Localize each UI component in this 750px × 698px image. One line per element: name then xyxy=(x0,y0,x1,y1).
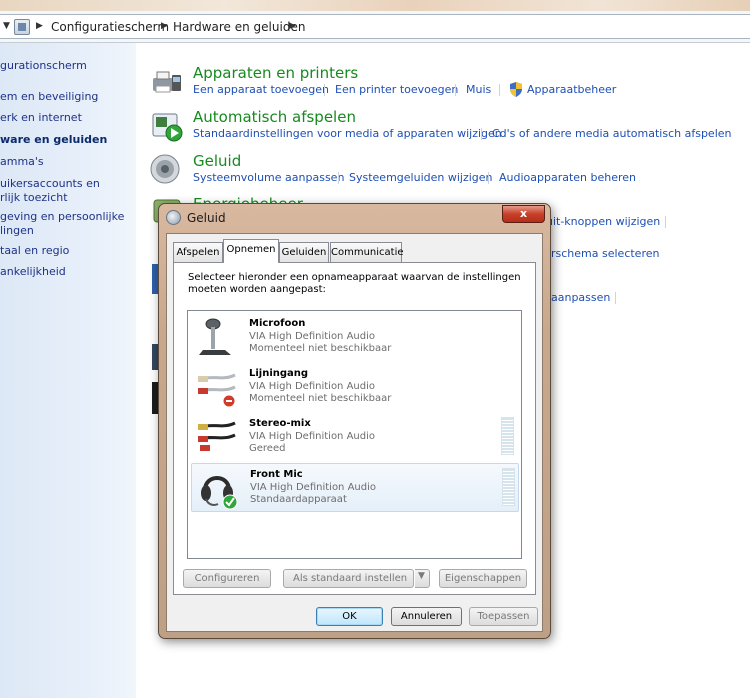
separator xyxy=(499,84,500,96)
separator xyxy=(481,128,482,140)
device-status: Standaardapparaat xyxy=(250,494,347,505)
nav-ease-of-access[interactable]: ankelijkheid xyxy=(0,265,66,279)
window-top-strip xyxy=(0,0,750,11)
nav-clock-language-region[interactable]: taal en regio xyxy=(0,244,69,258)
breadcrumb-hardware-sound[interactable]: Hardware en geluiden xyxy=(173,20,305,34)
change-media-defaults-link[interactable]: Standaardinstellingen voor media of appa… xyxy=(193,127,502,140)
add-device-link[interactable]: Een apparaat toevoegen xyxy=(193,83,329,96)
separator xyxy=(455,84,456,96)
microphone-icon xyxy=(199,318,231,355)
nav-appearance[interactable]: geving en persoonlijke xyxy=(0,210,124,224)
change-system-sounds-link[interactable]: Systeemgeluiden wijzigen xyxy=(349,171,493,184)
autoplay-icon xyxy=(152,113,183,142)
add-printer-link[interactable]: Een printer toevoegen xyxy=(335,83,458,96)
ok-button[interactable]: OK xyxy=(316,607,383,626)
breadcrumb-separator-icon[interactable]: ▶ xyxy=(161,21,168,31)
nav-system-security[interactable]: em en beveiliging xyxy=(0,90,98,104)
chevron-down-icon: ▼ xyxy=(418,571,425,581)
device-name: Stereo-mix xyxy=(249,418,311,429)
device-status: Momenteel niet beschikbaar xyxy=(249,343,392,354)
device-status: Momenteel niet beschikbaar xyxy=(249,393,392,404)
stereo-mix-cable-icon xyxy=(198,421,236,451)
sound-dialog-icon xyxy=(166,210,181,225)
list-item[interactable]: Lijningang VIA High Definition Audio Mom… xyxy=(191,363,519,412)
nav-programs[interactable]: amma's xyxy=(0,155,44,169)
autoplay-title[interactable]: Automatisch afspelen xyxy=(193,108,356,126)
device-name: Front Mic xyxy=(250,469,303,480)
separator xyxy=(488,172,489,184)
apply-button[interactable]: Toepassen xyxy=(469,607,538,626)
breadcrumb-separator-icon[interactable]: ▶ xyxy=(36,21,43,31)
breadcrumb-separator-icon[interactable]: ▶ xyxy=(289,21,296,31)
set-default-dropdown[interactable]: ▼ xyxy=(415,569,430,588)
dialog-body: Afspelen Opnemen Geluiden Communicatie S… xyxy=(166,233,543,632)
address-bar: ▼ ▶ Configuratiescherm ▶ Hardware en gel… xyxy=(0,11,750,43)
power-plan-link[interactable]: rschema selecteren xyxy=(551,247,659,260)
list-item[interactable]: Stereo-mix VIA High Definition Audio Ger… xyxy=(191,413,519,462)
breadcrumb-control-panel[interactable]: Configuratiescherm xyxy=(51,20,169,34)
left-navigation-pane: gurationscherm em en beveiliging erk en … xyxy=(0,43,136,698)
tab-playback[interactable]: Afspelen xyxy=(173,242,223,262)
devices-printers-title[interactable]: Apparaten en printers xyxy=(193,64,358,82)
nav-hardware-sound[interactable]: ware en geluiden xyxy=(0,133,107,147)
tab-communications[interactable]: Communicatie xyxy=(330,242,404,262)
separator xyxy=(338,172,339,184)
separator xyxy=(615,292,616,304)
dialog-title: Geluid xyxy=(187,211,226,225)
headset-icon xyxy=(201,476,238,510)
device-driver: VIA High Definition Audio xyxy=(249,381,375,392)
recording-device-list[interactable]: Microfoon VIA High Definition Audio Mome… xyxy=(187,310,522,559)
devices-printers-icon xyxy=(153,71,181,93)
device-driver: VIA High Definition Audio xyxy=(250,482,376,493)
nav-appearance-line2[interactable]: lingen xyxy=(0,224,34,238)
nav-user-accounts-line2[interactable]: rlijk toezicht xyxy=(0,191,68,205)
device-manager-link[interactable]: Apparaatbeheer xyxy=(527,83,616,96)
manage-audio-devices-link[interactable]: Audioapparaten beheren xyxy=(499,171,636,184)
sound-dialog: Geluid x Afspelen Opnemen Geluiden Commu… xyxy=(158,203,551,639)
instruction-text: Selecteer hieronder een opnameapparaat w… xyxy=(188,272,521,295)
list-item[interactable]: Front Mic VIA High Definition Audio Stan… xyxy=(191,463,519,512)
nav-network-internet[interactable]: erk en internet xyxy=(0,111,82,125)
device-driver: VIA High Definition Audio xyxy=(249,431,375,442)
device-status: Gereed xyxy=(249,443,286,454)
nav-control-panel-home[interactable]: gurationscherm xyxy=(0,59,87,73)
line-in-cable-icon xyxy=(198,373,236,408)
tab-sounds[interactable]: Geluiden xyxy=(279,242,329,262)
power-buttons-link[interactable]: uit-knoppen wijzigen xyxy=(546,215,660,228)
level-meter xyxy=(501,417,514,455)
device-name: Microfoon xyxy=(249,318,306,329)
nav-user-accounts[interactable]: uikersaccounts en xyxy=(0,177,100,191)
set-default-button[interactable]: Als standaard instellen xyxy=(283,569,414,588)
separator xyxy=(324,84,325,96)
cancel-button[interactable]: Annuleren xyxy=(391,607,462,626)
separator xyxy=(665,216,666,228)
sound-title[interactable]: Geluid xyxy=(193,152,241,170)
configure-button[interactable]: Configureren xyxy=(183,569,271,588)
tab-recording[interactable]: Opnemen xyxy=(223,239,279,263)
back-dropdown-icon[interactable]: ▼ xyxy=(3,21,10,31)
device-driver: VIA High Definition Audio xyxy=(249,331,375,342)
address-box[interactable]: ▼ ▶ Configuratiescherm ▶ Hardware en gel… xyxy=(0,14,750,39)
list-item[interactable]: Microfoon VIA High Definition Audio Mome… xyxy=(191,313,519,362)
mouse-link[interactable]: Muis xyxy=(466,83,491,96)
device-name: Lijningang xyxy=(249,368,309,379)
sound-speaker-icon xyxy=(150,154,180,184)
level-meter xyxy=(502,468,515,506)
adjust-link[interactable]: aanpassen xyxy=(551,291,610,304)
adjust-system-volume-link[interactable]: Systeemvolume aanpassen xyxy=(193,171,344,184)
control-panel-icon xyxy=(14,19,30,35)
properties-button[interactable]: Eigenschappen xyxy=(439,569,527,588)
uac-shield-icon xyxy=(510,82,522,97)
autoplay-cds-link[interactable]: Cd's of andere media automatisch afspele… xyxy=(492,127,732,140)
close-button[interactable]: x xyxy=(502,205,545,223)
